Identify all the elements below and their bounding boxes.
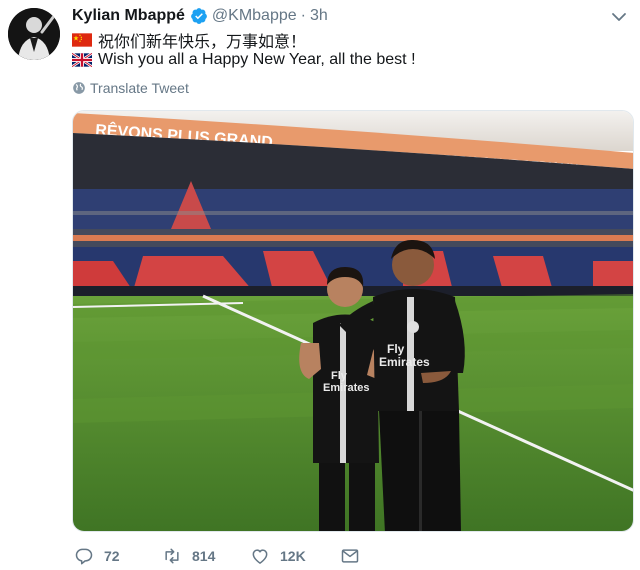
avatar[interactable]: [8, 8, 60, 60]
reply-icon: [75, 548, 93, 565]
separator-dot: ·: [300, 7, 306, 24]
tweet-text-en: Wish you all a Happy New Year, all the b…: [98, 51, 416, 68]
shirt-text-right: Fly: [387, 342, 405, 356]
uk-flag-icon: [72, 53, 92, 67]
direct-message-button[interactable]: [340, 546, 370, 566]
china-flag-icon: [72, 33, 92, 47]
reply-count: 72: [104, 548, 120, 564]
tweet-text-cn: 祝你们新年快乐，万事如意！: [98, 34, 307, 51]
tweet-text-english: Wish you all a Happy New Year, all the b…: [72, 51, 416, 69]
retweet-count: 814: [192, 548, 216, 564]
verified-badge-icon: [191, 8, 207, 24]
author-handle[interactable]: @KMbappe: [212, 7, 297, 25]
tweet-text-chinese: 祝你们新年快乐，万事如意！: [72, 28, 306, 52]
tweet-timestamp[interactable]: 3h: [310, 7, 328, 25]
translate-tweet-link[interactable]: Translate Tweet: [72, 80, 189, 96]
reply-button[interactable]: 72: [74, 546, 120, 566]
tweet-photo[interactable]: RÊVONS PLUS GRAND PARIS SAINT-GERMAIN: [72, 110, 634, 532]
retweet-icon: [165, 548, 179, 564]
svg-text:Emirates: Emirates: [323, 382, 369, 394]
globe-icon: [73, 82, 85, 94]
shirt-text-left: Fly: [331, 370, 348, 382]
like-button[interactable]: 12K: [250, 546, 306, 566]
heart-icon: [252, 549, 268, 564]
chevron-down-icon[interactable]: [610, 8, 628, 26]
author-name[interactable]: Kylian Mbappé: [72, 7, 185, 25]
envelope-icon: [341, 549, 359, 563]
tweet-header: Kylian Mbappé @KMbappe · 3h: [72, 6, 328, 26]
retweet-button[interactable]: 814: [162, 546, 215, 566]
svg-text:Emirates: Emirates: [379, 355, 430, 369]
like-count: 12K: [280, 548, 306, 564]
translate-label[interactable]: Translate Tweet: [90, 80, 189, 96]
